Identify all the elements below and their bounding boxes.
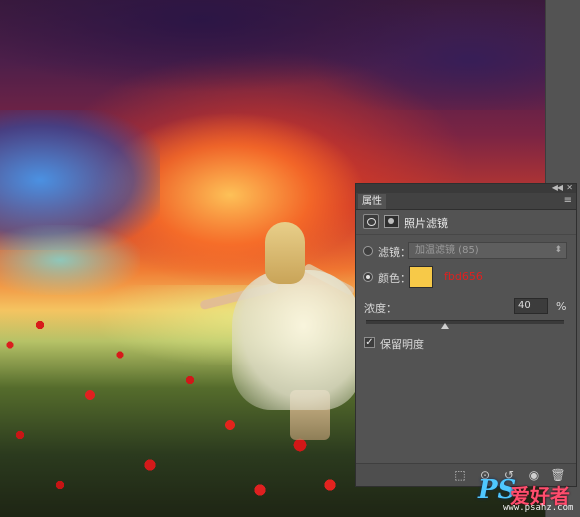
- filter-dropdown-value: 加温滤镜 (85): [415, 245, 479, 256]
- panel-tab-row: 属性 ≡: [356, 193, 576, 210]
- dropdown-arrows-icon: ⬍: [554, 245, 562, 255]
- density-row: 浓度： 40 %: [356, 297, 576, 317]
- dancer-dress: [232, 270, 362, 410]
- watermark-url: www.psahz.com: [503, 503, 574, 513]
- properties-panel: ◀◀ ✕ 属性 ≡ 照片滤镜 滤镜： 加温滤镜 (85) ⬍ 颜色： fbd65…: [355, 183, 577, 487]
- dark-clouds: [0, 0, 545, 110]
- filter-label: 滤镜：: [378, 246, 411, 259]
- density-slider[interactable]: [366, 320, 564, 329]
- density-slider-thumb[interactable]: [441, 323, 450, 329]
- adjustment-title: 照片滤镜: [404, 217, 448, 230]
- density-label: 浓度：: [364, 302, 397, 315]
- color-swatch[interactable]: [409, 266, 433, 288]
- close-icon[interactable]: ✕: [566, 183, 573, 192]
- color-label: 颜色：: [378, 272, 411, 285]
- layer-mask-icon[interactable]: [384, 215, 399, 228]
- collapse-icon[interactable]: ◀◀: [552, 183, 563, 192]
- color-hex-annotation: fbd656: [444, 270, 483, 283]
- density-input[interactable]: 40: [514, 298, 548, 314]
- color-row: 颜色： fbd656: [356, 264, 576, 290]
- preserve-luminosity-label: 保留明度: [380, 338, 424, 351]
- photo-filter-icon[interactable]: [363, 214, 379, 229]
- tab-properties[interactable]: 属性: [358, 194, 386, 209]
- adjustment-header: 照片滤镜: [356, 210, 576, 235]
- filter-row: 滤镜： 加温滤镜 (85) ⬍: [356, 241, 576, 261]
- panel-title-bar[interactable]: ◀◀ ✕: [356, 183, 576, 193]
- filter-dropdown[interactable]: 加温滤镜 (85) ⬍: [408, 242, 567, 259]
- panel-menu-icon[interactable]: ≡: [564, 195, 572, 206]
- preserve-luminosity-checkbox[interactable]: ✓: [364, 337, 375, 348]
- color-radio[interactable]: [363, 272, 373, 282]
- clip-to-layer-icon[interactable]: ⬚: [452, 467, 468, 483]
- density-unit: %: [556, 300, 567, 313]
- dancer-hair: [265, 222, 305, 284]
- preserve-luminosity-row: ✓ 保留明度: [356, 335, 576, 353]
- filter-radio[interactable]: [363, 246, 373, 256]
